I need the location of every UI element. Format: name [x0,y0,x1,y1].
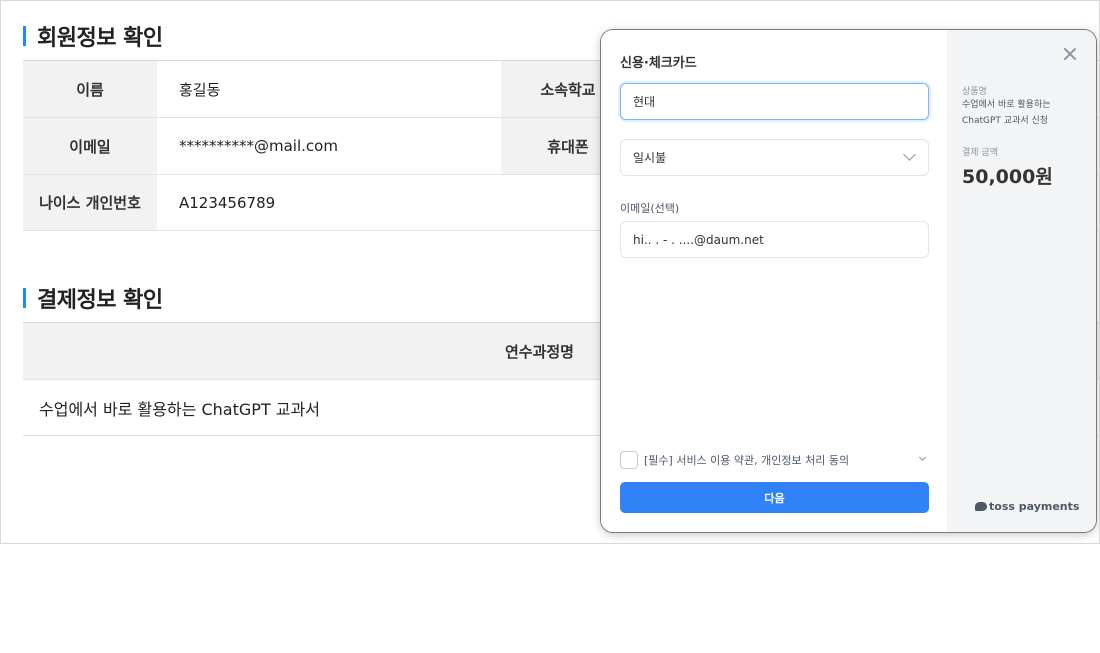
next-button[interactable]: 다음 [620,482,929,513]
neis-id-value: A123456789 [157,175,501,230]
name-value: 홍길동 [157,61,501,117]
payment-form: 신용·체크카드 현대 일시불 이메일(선택) hi.. . - . ....@d… [601,30,947,532]
course-name: 수업에서 바로 활용하는 ChatGPT 교과서 [39,399,320,419]
terms-label[interactable]: [필수] 서비스 이용 약관, 개인정보 처리 동의 [644,452,849,468]
product-name: 수업에서 바로 활용하는 ChatGPT 교과서 신청 [962,100,1051,126]
email-label: 이메일 [23,118,157,174]
toss-logo-icon [975,502,987,511]
order-summary: 상품명 수업에서 바로 활용하는 ChatGPT 교과서 신청 결제 금액 50… [947,30,1096,532]
payment-amount: 50,000원 [962,166,1053,188]
name-label: 이름 [23,61,157,117]
member-section-title: 회원정보 확인 [37,26,163,51]
card-company-input[interactable]: 현대 [620,83,929,120]
email-field-label: 이메일(선택) [620,202,680,215]
email-field[interactable]: hi.. . - . ....@daum.net [620,221,929,258]
close-icon[interactable] [1061,45,1079,63]
member-section-header: 회원정보 확인 [23,20,163,52]
email-field-value: hi.. . - . ....@daum.net [633,232,764,247]
section-accent-bar [23,288,26,308]
payment-modal: 신용·체크카드 현대 일시불 이메일(선택) hi.. . - . ....@d… [601,30,1096,532]
amount-label: 결제 금액 [962,148,998,158]
toss-logo-text: toss payments [989,500,1080,513]
email-value: **********@mail.com [157,118,501,174]
payment-section-header: 결제정보 확인 [23,282,163,314]
chevron-down-icon [903,148,916,161]
neis-id-label: 나이스 개인번호 [23,175,157,230]
page-frame: 회원정보 확인 이름 홍길동 소속학교 이메일 **********@mail.… [0,0,1100,544]
toss-payments-logo: toss payments [975,500,1079,513]
chevron-down-icon[interactable] [918,453,927,462]
product-label: 상품명 [962,87,987,97]
terms-checkbox[interactable] [620,451,638,469]
payment-section-title: 결제정보 확인 [37,288,163,313]
card-company-value: 현대 [633,95,656,109]
section-accent-bar [23,26,26,46]
payment-method-title: 신용·체크카드 [620,56,697,71]
installment-select[interactable]: 일시불 [620,139,929,176]
installment-value: 일시불 [633,151,667,165]
terms-agreement: [필수] 서비스 이용 약관, 개인정보 처리 동의 [620,451,929,469]
